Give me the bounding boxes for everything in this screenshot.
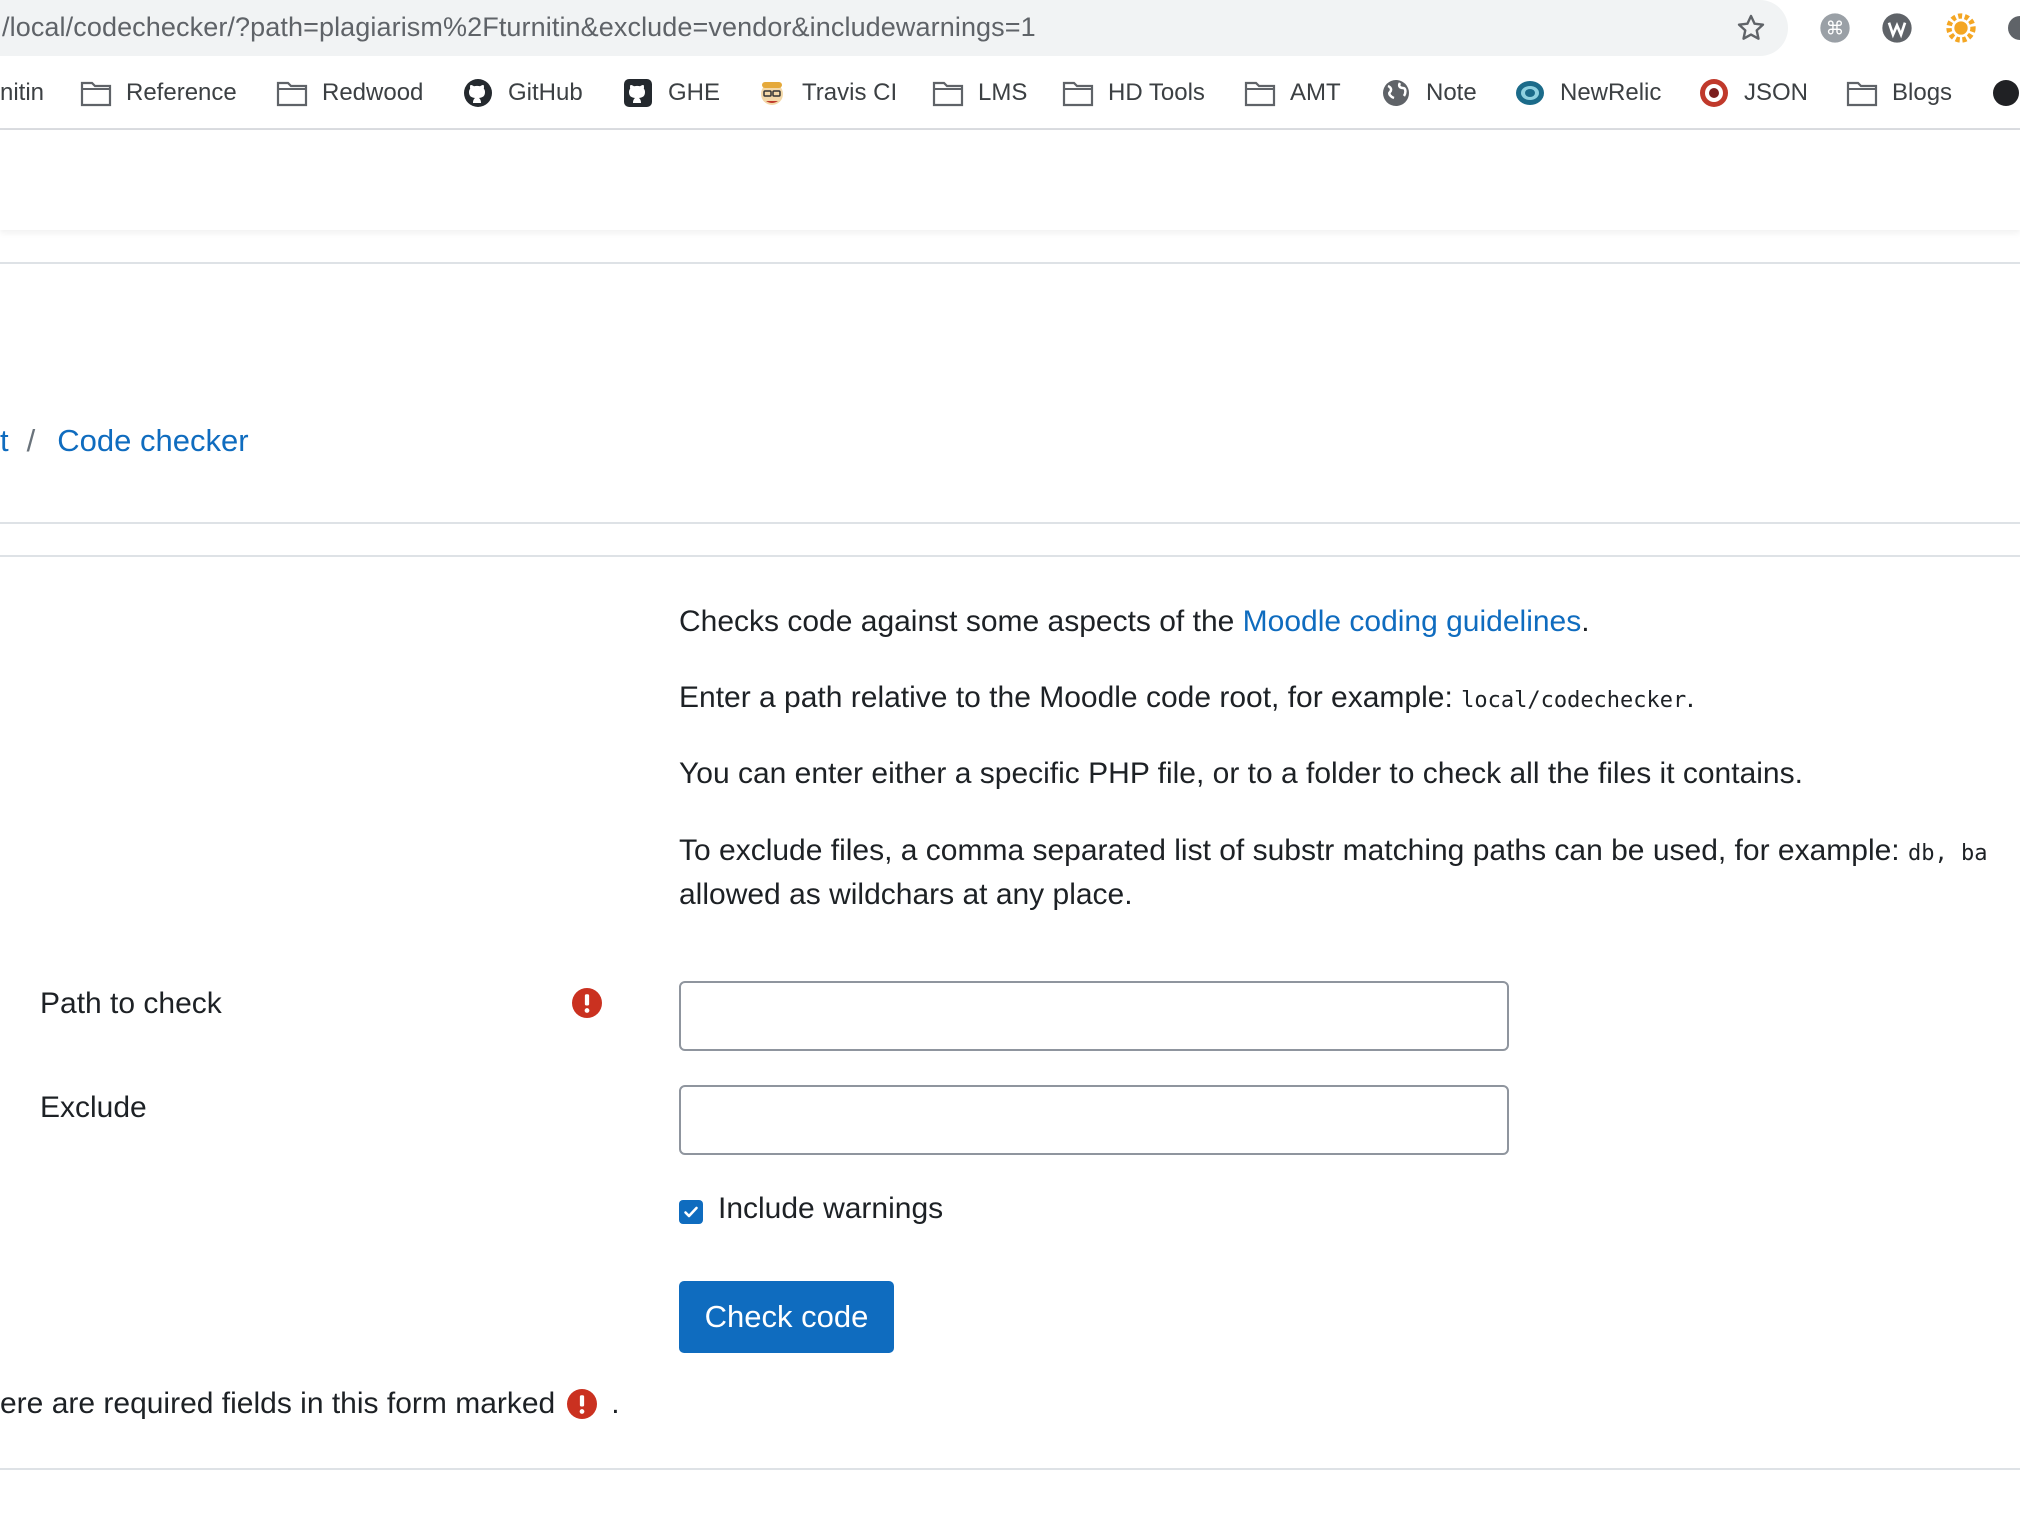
bookmark-label: Reference: [126, 79, 237, 106]
command-extension-icon[interactable]: ⌘: [1819, 12, 1851, 44]
bookmark-overflow[interactable]: [1990, 72, 2020, 114]
bookmark-label: nitin: [0, 79, 45, 106]
bookmark-label: GHE: [668, 79, 721, 106]
path-input[interactable]: [679, 981, 1509, 1051]
wappalyzer-extension-icon[interactable]: [1881, 12, 1913, 44]
github-icon: [464, 79, 492, 107]
include-warnings-label[interactable]: Include warnings: [718, 1192, 943, 1226]
bookmark-label: NewRelic: [1560, 79, 1662, 106]
bookmark-label: Note: [1426, 79, 1477, 106]
bookmark-amt[interactable]: AMT: [1244, 72, 1341, 114]
bookmark-newrelic[interactable]: NewRelic: [1514, 72, 1661, 114]
intro-paragraph-4: To exclude files, a comma separated list…: [679, 834, 1988, 867]
breadcrumb: t / Code checker: [0, 423, 249, 459]
newrelic-icon: [1516, 81, 1544, 105]
url-text[interactable]: /local/codechecker/?path=plagiarism%2Ftu…: [2, 12, 1036, 43]
bookmark-blogs[interactable]: Blogs: [1846, 72, 1952, 114]
bookmark-json[interactable]: JSON: [1698, 72, 1808, 114]
folder-icon: [80, 81, 112, 107]
exclude-input[interactable]: [679, 1085, 1509, 1155]
required-icon: [567, 1389, 598, 1419]
intro-paragraph-2: Enter a path relative to the Moodle code…: [679, 681, 1695, 714]
path-label: Path to check: [40, 987, 222, 1020]
footer-divider: [0, 1468, 2020, 1470]
site-navbar: [0, 130, 2020, 230]
bookmark-hd-tools[interactable]: HD Tools: [1062, 72, 1205, 114]
intro-paragraph-4-continued: allowed as wildchars at any place.: [679, 878, 1133, 911]
bookmark-note[interactable]: Note: [1380, 72, 1477, 114]
bookmark-label: AMT: [1290, 79, 1341, 106]
folder-icon: [932, 81, 964, 107]
travis-icon: [761, 82, 783, 105]
folder-icon: [1846, 81, 1878, 107]
more-bookmark-icon: [1993, 80, 2019, 106]
bookmark-nitin[interactable]: nitin: [0, 72, 44, 114]
bookmark-github[interactable]: GitHub: [462, 72, 583, 114]
intro-paragraph-1: Checks code against some aspects of the …: [679, 605, 1590, 638]
content-divider: [0, 555, 2020, 557]
folder-icon: [276, 81, 308, 107]
example-exclude-code: db, ba: [1907, 841, 1988, 866]
globe-icon: [1383, 80, 1409, 106]
breadcrumb-previous-link[interactable]: t: [0, 423, 9, 458]
folder-icon: [1062, 81, 1094, 107]
folder-icon: [1244, 81, 1276, 107]
gear-extension-icon[interactable]: [1945, 12, 1977, 44]
page-header-divider: [0, 522, 2020, 524]
exclude-label: Exclude: [40, 1091, 147, 1124]
required-fields-note: ere are required fields in this form mar…: [0, 1387, 620, 1420]
bookmark-travis-ci[interactable]: Travis CI: [756, 72, 897, 114]
check-code-button[interactable]: Check code: [679, 1281, 894, 1353]
bookmark-label: LMS: [978, 79, 1028, 106]
bookmark-lms[interactable]: LMS: [932, 72, 1027, 114]
bookmark-redwood[interactable]: Redwood: [276, 72, 423, 114]
address-bar[interactable]: /local/codechecker/?path=plagiarism%2Ftu…: [0, 0, 1788, 56]
include-warnings-checkbox[interactable]: [679, 1200, 703, 1224]
github-enterprise-icon: [624, 79, 652, 107]
bookmark-label: Blogs: [1892, 79, 1953, 106]
bookmark-label: Redwood: [322, 79, 424, 106]
checkmark-icon: [684, 1206, 698, 1218]
required-icon: [572, 988, 602, 1018]
example-path-code: local/codechecker: [1461, 688, 1687, 713]
bookmark-label: JSON: [1744, 79, 1809, 106]
intro-paragraph-3: You can enter either a specific PHP file…: [679, 757, 1803, 790]
bookmark-ghe[interactable]: GHE: [622, 72, 720, 114]
puzzle-extension-icon[interactable]: [2004, 12, 2020, 44]
header-divider: [0, 262, 2020, 264]
bookmark-label: Travis CI: [802, 79, 898, 106]
breadcrumb-current-link[interactable]: Code checker: [57, 423, 248, 458]
breadcrumb-separator: /: [26, 423, 36, 458]
bookmark-star-icon[interactable]: [1735, 12, 1767, 44]
bookmark-reference[interactable]: Reference: [80, 72, 237, 114]
coding-guidelines-link[interactable]: Moodle coding guidelines: [1243, 605, 1582, 638]
svg-text:⌘: ⌘: [1826, 19, 1845, 40]
bookmark-label: HD Tools: [1108, 79, 1205, 106]
json-icon: [1700, 79, 1728, 107]
bookmark-label: GitHub: [508, 79, 583, 106]
